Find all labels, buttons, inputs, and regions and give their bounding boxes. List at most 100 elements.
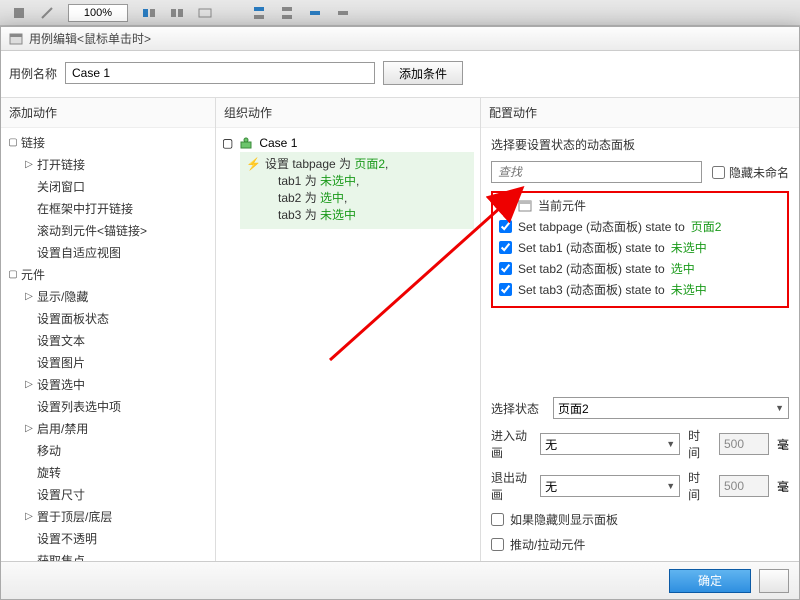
tree-item[interactable]: 在框架中打开链接 <box>17 198 215 220</box>
tree-item[interactable]: 关闭窗口 <box>17 176 215 198</box>
tree-item[interactable]: 设置不透明 <box>17 528 215 550</box>
ok-button[interactable]: 确定 <box>669 569 751 593</box>
tree-item[interactable]: 获取焦点 <box>17 550 215 561</box>
org-case-label: Case 1 <box>259 136 297 150</box>
push-pull-checkbox[interactable] <box>491 538 504 551</box>
select-state-dropdown[interactable]: 页面2▼ <box>553 397 789 419</box>
panel-checkbox[interactable] <box>499 262 512 275</box>
anim-out-time-input[interactable] <box>719 475 769 497</box>
caret-down-icon: ▢ <box>222 136 233 150</box>
chevron-down-icon: ▼ <box>666 439 675 449</box>
panel-checkbox[interactable] <box>499 220 512 233</box>
dialog-titlebar: 用例编辑<鼠标单击时> <box>1 27 799 51</box>
anim-in-label: 进入动画 <box>491 427 532 461</box>
tree-item[interactable]: ▷置于顶层/底层 <box>17 506 215 528</box>
panel-checkbox-list: 当前元件 Set tabpage (动态面板) state to 页面2 Set… <box>491 191 789 308</box>
list-item[interactable]: 当前元件 <box>497 195 783 216</box>
add-actions-header: 添加动作 <box>1 98 215 128</box>
toolbar-btn[interactable] <box>166 3 188 23</box>
caret-right-icon: ▷ <box>23 155 35 175</box>
toolbar-btn[interactable] <box>304 3 326 23</box>
org-case-node[interactable]: ▢ Case 1 <box>222 136 474 150</box>
widget-icon <box>518 200 532 212</box>
caret-right-icon: ▷ <box>23 375 35 395</box>
list-item[interactable]: Set tab2 (动态面板) state to 选中 <box>497 258 783 279</box>
tree-group-widgets[interactable]: ▢元件 <box>1 264 215 286</box>
toolbar-btn[interactable] <box>276 3 298 23</box>
select-state-label: 选择状态 <box>491 400 545 417</box>
anim-out-label: 退出动画 <box>491 469 532 503</box>
search-input[interactable] <box>491 161 702 183</box>
bolt-icon: ⚡ <box>246 157 261 171</box>
case-editor-dialog: 用例编辑<鼠标单击时> 用例名称 添加条件 添加动作 ▢链接 ▷打开链接 关闭窗… <box>0 26 800 600</box>
add-condition-button[interactable]: 添加条件 <box>383 61 463 85</box>
toolbar-btn[interactable] <box>248 3 270 23</box>
actions-tree: ▢链接 ▷打开链接 关闭窗口 在框架中打开链接 滚动到元件<锚链接> 设置自适应… <box>1 132 215 561</box>
tree-group-links[interactable]: ▢链接 <box>1 132 215 154</box>
chevron-down-icon: ▼ <box>775 403 784 413</box>
toolbar-btn[interactable] <box>194 3 216 23</box>
anim-out-row: 退出动画 无▼ 时间 毫 <box>491 469 789 503</box>
panel-checkbox[interactable] <box>499 199 512 212</box>
dialog-footer: 确定 <box>1 561 799 599</box>
configure-actions-header: 配置动作 <box>481 98 799 128</box>
tree-item[interactable]: 设置列表选中项 <box>17 396 215 418</box>
toolbar-btn[interactable] <box>36 3 58 23</box>
tree-item[interactable]: ▷显示/隐藏 <box>17 286 215 308</box>
columns: 添加动作 ▢链接 ▷打开链接 关闭窗口 在框架中打开链接 滚动到元件<锚链接> … <box>1 97 799 561</box>
hide-unnamed-label: 隐藏未命名 <box>729 164 789 181</box>
tree-item[interactable]: ▷设置选中 <box>17 374 215 396</box>
anim-out-dropdown[interactable]: 无▼ <box>540 475 680 497</box>
tree-item[interactable]: ▷启用/禁用 <box>17 418 215 440</box>
caret-down-icon: ▢ <box>7 133 19 153</box>
configure-actions-column: 配置动作 选择要设置状态的动态面板 隐藏未命名 当前元件 Set tabpage… <box>481 98 799 561</box>
dialog-title: 用例编辑<鼠标单击时> <box>29 30 151 47</box>
anim-in-dropdown[interactable]: 无▼ <box>540 433 680 455</box>
tree-item[interactable]: 滚动到元件<锚链接> <box>17 220 215 242</box>
time-unit: 毫 <box>777 478 789 495</box>
config-instruction: 选择要设置状态的动态面板 <box>491 136 789 153</box>
list-item[interactable]: Set tab1 (动态面板) state to 未选中 <box>497 237 783 258</box>
organize-actions-header: 组织动作 <box>216 98 480 128</box>
caret-right-icon: ▷ <box>23 287 35 307</box>
toolbar-btn[interactable] <box>138 3 160 23</box>
show-if-hidden-checkbox[interactable] <box>491 513 504 526</box>
select-state-row: 选择状态 页面2▼ <box>491 397 789 419</box>
push-pull-label: 推动/拉动元件 <box>510 536 585 553</box>
tree-item[interactable]: 设置尺寸 <box>17 484 215 506</box>
tree-item[interactable]: 设置面板状态 <box>17 308 215 330</box>
zoom-input[interactable]: 100% <box>68 4 128 22</box>
anim-in-time-input[interactable] <box>719 433 769 455</box>
actions-tree-scroll[interactable]: ▢链接 ▷打开链接 关闭窗口 在框架中打开链接 滚动到元件<锚链接> 设置自适应… <box>1 128 215 561</box>
caret-down-icon: ▢ <box>7 265 19 285</box>
secondary-button[interactable] <box>759 569 789 593</box>
tree-item[interactable]: 移动 <box>17 440 215 462</box>
org-action-item[interactable]: ⚡设置 tabpage 为 页面2, tab1 为 未选中, tab2 为 选中… <box>240 152 474 229</box>
time-label: 时间 <box>688 469 711 503</box>
dialog-icon <box>9 32 23 46</box>
tree-item[interactable]: 旋转 <box>17 462 215 484</box>
case-name-label: 用例名称 <box>9 65 57 82</box>
toolbar-btn[interactable] <box>332 3 354 23</box>
name-row: 用例名称 添加条件 <box>1 51 799 97</box>
add-actions-column: 添加动作 ▢链接 ▷打开链接 关闭窗口 在框架中打开链接 滚动到元件<锚链接> … <box>1 98 216 561</box>
caret-right-icon: ▷ <box>23 419 35 439</box>
app-toolbar: 100% <box>0 0 800 26</box>
tree-item[interactable]: 设置图片 <box>17 352 215 374</box>
list-item[interactable]: Set tab3 (动态面板) state to 未选中 <box>497 279 783 300</box>
tree-item[interactable]: ▷打开链接 <box>17 154 215 176</box>
organize-scroll[interactable]: ▢ Case 1 ⚡设置 tabpage 为 页面2, tab1 为 未选中, … <box>216 128 480 561</box>
list-item[interactable]: Set tabpage (动态面板) state to 页面2 <box>497 216 783 237</box>
panel-checkbox[interactable] <box>499 283 512 296</box>
time-unit: 毫 <box>777 436 789 453</box>
tree-item[interactable]: 设置文本 <box>17 330 215 352</box>
chevron-down-icon: ▼ <box>666 481 675 491</box>
case-name-input[interactable] <box>65 62 375 84</box>
panel-checkbox[interactable] <box>499 241 512 254</box>
hide-unnamed-checkbox[interactable] <box>712 166 725 179</box>
tree-item[interactable]: 设置自适应视图 <box>17 242 215 264</box>
panel-label: 当前元件 <box>538 197 586 214</box>
toolbar-btn[interactable] <box>8 3 30 23</box>
caret-right-icon: ▷ <box>23 507 35 527</box>
time-label: 时间 <box>688 427 711 461</box>
